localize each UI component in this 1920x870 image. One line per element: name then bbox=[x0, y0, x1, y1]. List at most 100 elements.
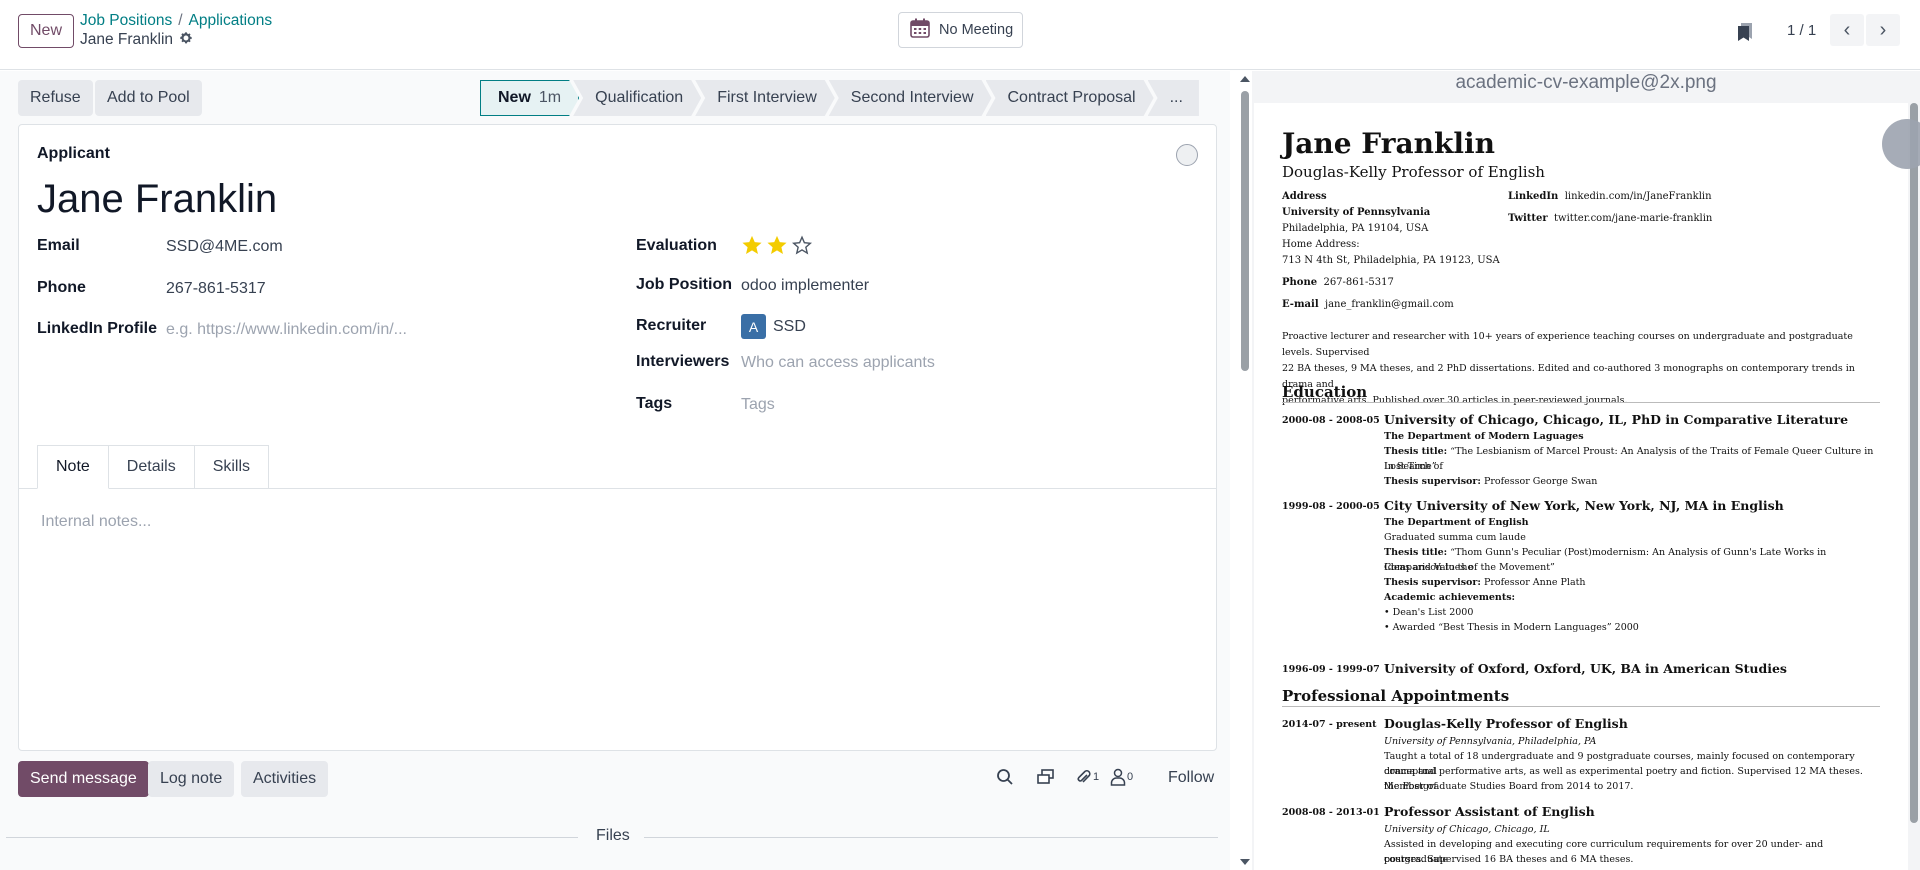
applicant-label: Applicant bbox=[37, 145, 110, 162]
cv-address-org: University of Pennsylvania bbox=[1282, 207, 1431, 218]
stage-statusbar: New 1m Qualification First Interview Seco… bbox=[480, 80, 1199, 116]
stage-new[interactable]: New 1m bbox=[480, 80, 579, 116]
breadcrumb-applications[interactable]: Applications bbox=[189, 12, 273, 29]
applicant-name-field[interactable]: Jane Franklin bbox=[37, 177, 277, 222]
cv-edu2-achievement: • Dean's List 2000 bbox=[1384, 607, 1474, 618]
star-filled-icon[interactable] bbox=[766, 234, 788, 256]
stage-label: Second Interview bbox=[850, 89, 974, 106]
calendar-icon bbox=[909, 17, 931, 43]
stage-first-interview[interactable]: First Interview bbox=[695, 80, 835, 116]
cv-job2-title: Professor Assistant of English bbox=[1384, 804, 1595, 819]
scrollbar-thumb[interactable] bbox=[1910, 103, 1918, 823]
phone-label: Phone bbox=[37, 279, 86, 296]
cv-label: Thesis supervisor: bbox=[1384, 476, 1481, 487]
cv-job2-org: University of Chicago, Chicago, IL bbox=[1384, 824, 1550, 835]
recruiter-label: Recruiter bbox=[636, 317, 707, 334]
divider bbox=[644, 837, 1218, 838]
record-name: Jane Franklin bbox=[80, 31, 174, 48]
star-filled-icon[interactable] bbox=[741, 234, 763, 256]
cv-address-label: Address bbox=[1282, 191, 1327, 202]
gear-icon[interactable] bbox=[179, 31, 193, 49]
job-position-field[interactable]: odoo implementer bbox=[741, 277, 869, 295]
tags-field[interactable]: Tags bbox=[741, 396, 775, 414]
scroll-up-arrow[interactable] bbox=[1240, 76, 1250, 82]
stage-label: Contract Proposal bbox=[1007, 89, 1136, 106]
interviewers-field[interactable]: Who can access applicants bbox=[741, 354, 935, 372]
add-to-pool-button[interactable]: Add to Pool bbox=[95, 80, 202, 116]
cv-twitter-label: Twitter bbox=[1508, 213, 1548, 224]
cv-email-label: E-mail bbox=[1282, 299, 1319, 310]
cv-home-address: 713 N 4th St, Philadelphia, PA 19123, US… bbox=[1282, 255, 1500, 266]
attachment-preview: academic-cv-example@2x.png Jane Franklin… bbox=[1252, 71, 1920, 870]
pager-next-button[interactable]: › bbox=[1866, 14, 1900, 46]
evaluation-stars[interactable] bbox=[741, 234, 813, 256]
cv-label: Thesis supervisor: bbox=[1384, 577, 1481, 588]
tags-label: Tags bbox=[636, 395, 673, 412]
meeting-label: No Meeting bbox=[939, 22, 1014, 38]
follow-button[interactable]: Follow bbox=[1168, 769, 1214, 787]
cv-job2-desc: courses. Supervised 16 BA theses and 6 M… bbox=[1384, 854, 1634, 865]
cv-text: Professor Anne Plath bbox=[1483, 577, 1586, 588]
files-label: Files bbox=[596, 827, 630, 844]
tab-note[interactable]: Note bbox=[37, 445, 109, 489]
bookmark-icon[interactable] bbox=[1736, 22, 1754, 47]
pager-previous-button[interactable]: ‹ bbox=[1830, 14, 1864, 46]
email-field[interactable]: SSD@4ME.com bbox=[166, 238, 283, 256]
cv-edu2-honor: Graduated summa cum laude bbox=[1384, 532, 1526, 543]
cv-image: Jane Franklin Douglas-Kelly Professor of… bbox=[1254, 103, 1908, 870]
stage-label: New bbox=[498, 89, 531, 106]
kanban-state-indicator[interactable] bbox=[1176, 144, 1198, 166]
cv-edu1-thesis-cont: Lost Time” bbox=[1384, 461, 1437, 472]
record-title: Jane Franklin bbox=[80, 31, 193, 49]
log-note-button[interactable]: Log note bbox=[148, 761, 235, 797]
windows-icon[interactable] bbox=[1036, 768, 1056, 786]
attachment-filename: academic-cv-example@2x.png bbox=[1455, 72, 1717, 93]
stage-contract-proposal[interactable]: Contract Proposal bbox=[986, 80, 1154, 116]
send-message-button[interactable]: Send message bbox=[18, 761, 149, 797]
cv-edu3-date: 1996-09 - 1999-07 bbox=[1282, 664, 1380, 675]
form-scrollbar[interactable] bbox=[1238, 71, 1252, 870]
cv-email: jane_franklin@gmail.com bbox=[1324, 299, 1454, 310]
stage-more-button[interactable]: ... bbox=[1147, 80, 1199, 116]
linkedin-label: LinkedIn Profile bbox=[37, 320, 158, 337]
pager-value[interactable]: 1 / 1 bbox=[1787, 22, 1816, 39]
cv-edu2-title: City University of New York, New York, N… bbox=[1384, 498, 1784, 513]
star-empty-icon[interactable] bbox=[791, 234, 813, 256]
chevron-right-icon: › bbox=[1879, 18, 1887, 41]
cv-edu1-date: 2000-08 - 2008-05 bbox=[1282, 415, 1380, 426]
tab-skills[interactable]: Skills bbox=[194, 445, 270, 489]
cv-summary-line: Proactive lecturer and researcher with 1… bbox=[1282, 331, 1853, 358]
phone-field[interactable]: 267-861-5317 bbox=[166, 280, 266, 298]
stage-second-interview[interactable]: Second Interview bbox=[829, 80, 992, 116]
new-button[interactable]: New bbox=[18, 14, 74, 48]
scroll-down-arrow[interactable] bbox=[1240, 859, 1250, 865]
meeting-button[interactable]: No Meeting bbox=[898, 12, 1023, 48]
cv-summary-line: performative arts. Published over 30 art… bbox=[1282, 395, 1628, 406]
internal-notes-field[interactable]: Internal notes... bbox=[41, 513, 151, 531]
scrollbar-thumb[interactable] bbox=[1241, 91, 1249, 371]
recruiter-field[interactable]: A SSD bbox=[741, 314, 806, 339]
cv-job2-date: 2008-08 - 2013-01 bbox=[1282, 807, 1380, 818]
cv-name: Jane Franklin bbox=[1282, 127, 1495, 160]
breadcrumb-separator: / bbox=[178, 12, 183, 29]
attachment-button[interactable]: 1 bbox=[1074, 768, 1099, 786]
followers-button[interactable]: 0 bbox=[1110, 768, 1133, 786]
interviewers-label: Interviewers bbox=[636, 353, 730, 370]
form-sheet: Applicant Jane Franklin Email SSD@4ME.co… bbox=[18, 124, 1217, 751]
linkedin-field[interactable]: e.g. https://www.linkedin.com/in/... bbox=[166, 321, 407, 339]
stage-qualification[interactable]: Qualification bbox=[573, 80, 701, 116]
preview-scrollbar[interactable] bbox=[1908, 103, 1920, 863]
cv-label: Thesis title: bbox=[1384, 547, 1448, 558]
activities-button[interactable]: Activities bbox=[241, 761, 329, 797]
cv-edu1-supervisor: Thesis supervisor: Professor George Swan bbox=[1384, 474, 1874, 489]
tab-details[interactable]: Details bbox=[108, 445, 195, 489]
cv-twitter: twitter.com/jane-marie-franklin bbox=[1553, 213, 1713, 224]
cv-edu2-date: 1999-08 - 2000-05 bbox=[1282, 501, 1380, 512]
cv-label: Thesis title: bbox=[1384, 446, 1448, 457]
breadcrumb-job-positions[interactable]: Job Positions bbox=[80, 12, 172, 29]
chevron-left-icon: ‹ bbox=[1843, 18, 1851, 41]
cv-job1-org: University of Pennsylvania, Philadelphia… bbox=[1384, 736, 1597, 747]
refuse-button[interactable]: Refuse bbox=[18, 80, 93, 116]
cv-phone: 267-861-5317 bbox=[1323, 277, 1394, 288]
search-icon[interactable] bbox=[996, 768, 1014, 786]
